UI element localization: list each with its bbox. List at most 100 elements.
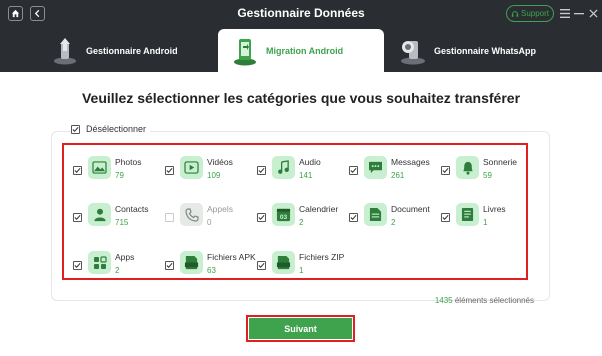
category-checkbox[interactable] xyxy=(73,166,82,175)
checkmark-icon xyxy=(166,262,173,269)
contact-icon xyxy=(88,203,111,226)
next-button[interactable]: Suivant xyxy=(249,318,352,339)
category-apk-files[interactable]: Fichiers APK 63 xyxy=(165,249,256,283)
minimize-button[interactable] xyxy=(573,7,585,19)
checkmark-icon xyxy=(350,167,357,174)
category-name: Photos xyxy=(115,157,142,167)
category-name: Calendrier xyxy=(299,204,339,214)
headset-icon xyxy=(511,10,519,17)
tab-label: Gestionnaire WhatsApp xyxy=(434,45,537,56)
category-name: Contacts xyxy=(115,204,149,214)
checkmark-icon xyxy=(74,262,81,269)
category-checkbox[interactable] xyxy=(257,261,266,270)
category-messages[interactable]: Messages 261 xyxy=(349,154,439,188)
category-count: 63 xyxy=(207,266,216,275)
checkmark-icon xyxy=(74,167,81,174)
category-videos[interactable]: Vidéos 109 xyxy=(165,154,255,188)
support-button[interactable]: Support xyxy=(506,5,554,22)
video-icon xyxy=(180,156,203,179)
category-apps[interactable]: Apps 2 xyxy=(73,249,163,283)
tab-label: Gestionnaire Android xyxy=(86,45,178,56)
category-checkbox[interactable] xyxy=(165,166,174,175)
category-name: Appels xyxy=(207,204,233,214)
selected-count-label: 1435 éléments sélectionnés xyxy=(435,296,534,305)
phone-icon xyxy=(180,203,203,226)
category-audio[interactable]: Audio 141 xyxy=(257,154,347,188)
category-count: 1 xyxy=(299,266,304,275)
category-count: 79 xyxy=(115,171,124,180)
category-photos[interactable]: Photos 79 xyxy=(73,154,163,188)
apk-icon xyxy=(180,251,203,274)
category-name: Messages xyxy=(391,157,430,167)
category-checkbox[interactable] xyxy=(349,213,358,222)
category-count: 141 xyxy=(299,171,313,180)
category-name: Livres xyxy=(483,204,506,214)
document-icon xyxy=(364,203,387,226)
tab-android-manager[interactable]: Gestionnaire Android xyxy=(52,29,212,72)
category-name: Sonnerie xyxy=(483,157,518,167)
apps-icon xyxy=(88,251,111,274)
page-heading: Veuillez sélectionner les catégories que… xyxy=(81,90,521,106)
whatsapp-phone-icon xyxy=(400,36,426,66)
checkmark-icon xyxy=(442,167,449,174)
checkmark-icon xyxy=(258,167,265,174)
category-calendar[interactable]: 03 Calendrier 2 xyxy=(257,201,347,235)
zip-icon xyxy=(272,251,295,274)
checkmark-icon xyxy=(258,262,265,269)
category-name: Document xyxy=(391,204,430,214)
category-count: 2 xyxy=(299,218,304,227)
android-upload-icon xyxy=(52,36,78,66)
category-count: 0 xyxy=(207,218,212,227)
selected-count: 1435 xyxy=(434,296,453,305)
message-icon xyxy=(364,156,387,179)
category-name: Apps xyxy=(115,252,135,262)
category-checkbox[interactable] xyxy=(73,261,82,270)
category-count: 1 xyxy=(483,218,488,227)
category-ringtone[interactable]: Sonnerie 59 xyxy=(441,154,531,188)
photo-icon xyxy=(88,156,111,179)
category-count: 261 xyxy=(391,171,405,180)
music-icon xyxy=(272,156,295,179)
category-zip-files[interactable]: Fichiers ZIP 1 xyxy=(257,249,347,283)
title-bar: Gestionnaire Données Support xyxy=(0,0,602,29)
category-document[interactable]: Document 2 xyxy=(349,201,439,235)
bell-icon xyxy=(456,156,479,179)
tab-bar: Gestionnaire Android Migration Android G… xyxy=(0,29,602,72)
checkmark-icon xyxy=(442,214,449,221)
category-checkbox[interactable] xyxy=(165,213,174,222)
category-checkbox[interactable] xyxy=(441,213,450,222)
category-checkbox[interactable] xyxy=(165,261,174,270)
category-checkbox[interactable] xyxy=(257,213,266,222)
deselect-all-toggle[interactable]: Désélectionner xyxy=(71,124,151,134)
close-button[interactable] xyxy=(587,7,599,19)
support-label: Support xyxy=(520,9,550,18)
category-calls[interactable]: Appels 0 xyxy=(165,201,255,235)
checkmark-icon xyxy=(72,126,79,132)
tab-android-migration[interactable]: Migration Android xyxy=(218,29,384,72)
calendar-icon: 03 xyxy=(272,203,295,226)
category-name: Vidéos xyxy=(207,157,233,167)
category-name: Fichiers APK xyxy=(207,252,256,262)
hamburger-icon xyxy=(560,8,570,18)
phone-transfer-icon xyxy=(232,36,258,66)
deselect-label: Désélectionner xyxy=(86,124,147,134)
category-checkbox[interactable] xyxy=(257,166,266,175)
category-checkbox[interactable] xyxy=(441,166,450,175)
svg-text:03: 03 xyxy=(280,214,288,221)
checkmark-icon xyxy=(166,167,173,174)
category-count: 715 xyxy=(115,218,129,227)
category-name: Audio xyxy=(299,157,321,167)
category-checkbox[interactable] xyxy=(349,166,358,175)
category-checkbox[interactable] xyxy=(73,213,82,222)
category-contacts[interactable]: Contacts 715 xyxy=(73,201,163,235)
close-icon xyxy=(588,8,598,18)
menu-button[interactable] xyxy=(559,7,571,19)
checkmark-icon xyxy=(350,214,357,221)
selected-suffix: éléments sélectionnés xyxy=(454,296,534,305)
category-count: 59 xyxy=(483,171,492,180)
deselect-checkbox[interactable] xyxy=(71,124,80,134)
tab-whatsapp-manager[interactable]: Gestionnaire WhatsApp xyxy=(400,29,580,72)
category-books[interactable]: Livres 1 xyxy=(441,201,531,235)
minimize-icon xyxy=(574,13,584,15)
checkmark-icon xyxy=(74,214,81,221)
